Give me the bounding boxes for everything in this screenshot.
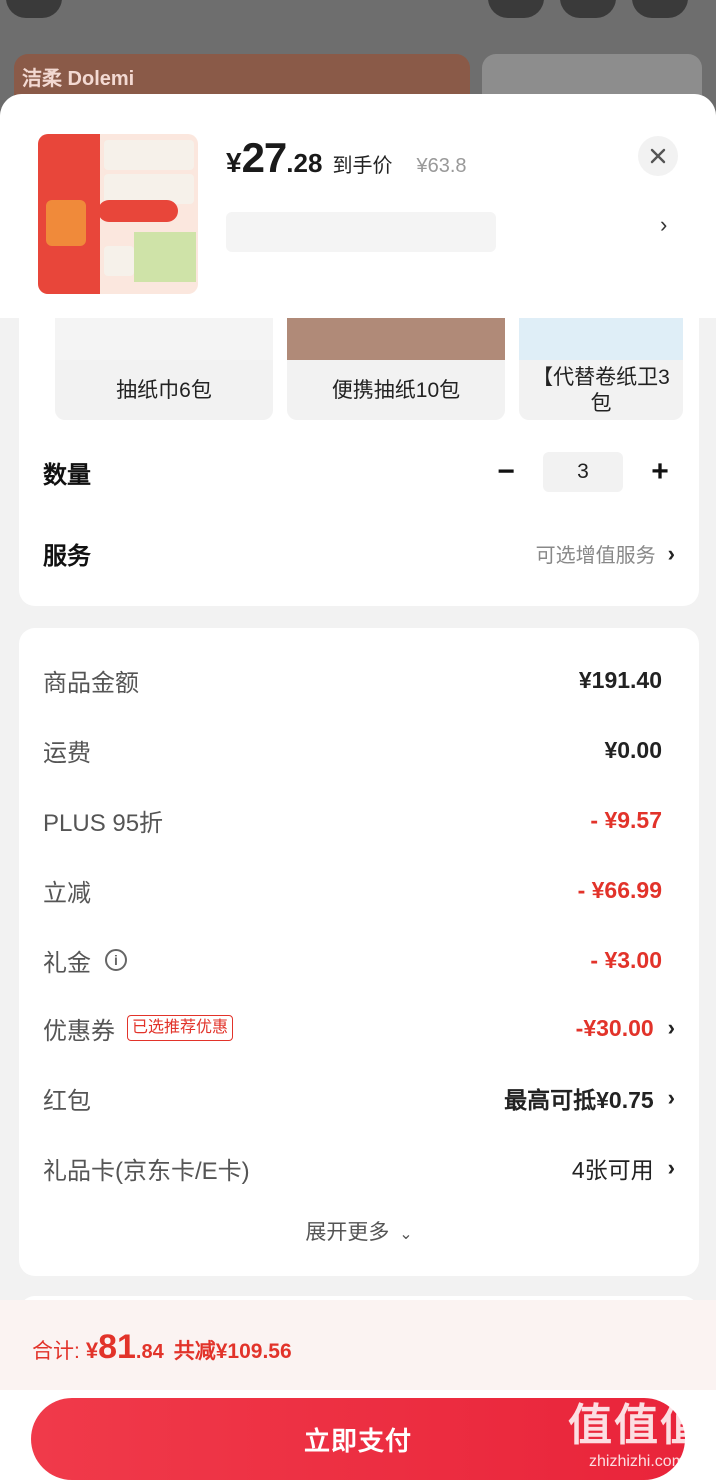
red-packet-label: 红包 [43, 1087, 91, 1115]
red-packet-row[interactable]: 红包 最高可抵¥0.75 › [43, 1078, 675, 1118]
service-row[interactable]: 服务 可选增值服务 › [43, 536, 675, 571]
red-packet-value: 最高可抵¥0.75 [504, 1087, 654, 1113]
variant-option[interactable]: 抽纸巾6包 [55, 300, 273, 420]
service-label: 服务 [43, 543, 91, 570]
expand-more-label: 展开更多 [305, 1221, 390, 1244]
price-integer: 27 [241, 134, 288, 181]
back-button-bg [6, 0, 62, 18]
instant-off-value: - ¥66.99 [577, 876, 662, 903]
more-button-bg [632, 0, 688, 18]
instant-off-label: 立减 [43, 879, 91, 907]
brand-logo: 洁柔 Dolemi [22, 68, 135, 90]
chevron-down-icon: ⌄ [399, 1226, 413, 1243]
gift-card-row[interactable]: 礼品卡(京东卡/E卡) 4张可用 › [43, 1148, 675, 1188]
price-currency: ¥ [226, 147, 242, 178]
coupon-row[interactable]: 优惠券 已选推荐优惠 -¥30.00 › [43, 1008, 675, 1048]
watermark: 值值值 zhizhizhi.com [562, 1400, 712, 1480]
variant-label: 便携抽纸10包 [331, 379, 461, 402]
close-button[interactable] [638, 136, 678, 176]
chevron-right-icon: › [667, 540, 675, 566]
shipping-label: 运费 [43, 739, 91, 767]
total-currency: ¥ [85, 1338, 99, 1363]
quantity-input[interactable]: 3 [543, 452, 623, 492]
price-row: ¥ 27 .28 到手价 ¥63.8 [226, 134, 467, 182]
original-price: ¥63.8 [416, 155, 467, 177]
bookmark-button-bg [488, 0, 544, 18]
gift-card-label: 礼品卡(京东卡/E卡) [43, 1157, 250, 1185]
gift-money-value: - ¥3.00 [590, 946, 662, 973]
total-line: 合计: ¥ 81 .84 共减¥109.56 [0, 1300, 716, 1390]
price-decimal: .28 [286, 148, 323, 178]
price-tag: 到手价 [332, 155, 393, 177]
info-icon[interactable]: i [105, 949, 127, 971]
close-icon [650, 148, 666, 164]
quantity-plus-button[interactable]: + [645, 457, 675, 487]
instant-off-row: 立减 - ¥66.99 [43, 870, 675, 910]
plus-discount-label: PLUS 95折 [43, 809, 164, 837]
total-decimal: .84 [135, 1341, 164, 1363]
quantity-label: 数量 [43, 461, 91, 489]
purchase-sheet: ¥ 27 .28 到手价 ¥63.8 › 抽纸巾6包 便携抽纸10包 【代替卷纸… [0, 94, 716, 1484]
total-saved: 共减¥109.56 [173, 1340, 292, 1363]
coupon-label: 优惠券 [43, 1017, 115, 1045]
variant-label: 抽纸巾6包 [116, 379, 212, 402]
watermark-subtitle: zhizhizhi.com [588, 1453, 686, 1470]
gift-money-label-wrap: 礼金 i [43, 943, 127, 978]
sheet-header: ¥ 27 .28 到手价 ¥63.8 › [0, 94, 716, 318]
quantity-stepper: − 3 + [491, 452, 675, 492]
variant-label: 【代替卷纸卫3包 [532, 366, 670, 415]
goods-amount-value: ¥191.40 [578, 666, 662, 693]
quantity-minus-button[interactable]: − [491, 457, 521, 487]
chevron-right-icon: › [667, 1085, 675, 1110]
coupon-recommended-badge: 已选推荐优惠 [127, 1015, 234, 1041]
expand-more-button[interactable]: 展开更多 ⌄ [19, 1216, 699, 1246]
goods-amount-label: 商品金额 [43, 669, 139, 697]
coupon-value: -¥30.00 [575, 1014, 654, 1041]
watermark-title: 值值值 [568, 1401, 706, 1450]
goods-amount-row: 商品金额 ¥191.40 [43, 660, 675, 700]
chevron-right-icon[interactable]: › [660, 212, 667, 238]
chevron-right-icon: › [667, 1015, 675, 1040]
coupon-label-wrap: 优惠券 已选推荐优惠 [43, 1011, 234, 1046]
total-label: 合计: [32, 1340, 80, 1363]
service-value: 可选增值服务 [535, 545, 656, 567]
shipping-row: 运费 ¥0.00 [43, 730, 675, 770]
gift-money-row: 礼金 i - ¥3.00 [43, 940, 675, 980]
plus-discount-row: PLUS 95折 - ¥9.57 [43, 800, 675, 840]
variant-option[interactable]: 【代替卷纸卫3包 [519, 300, 683, 420]
gift-money-label: 礼金 [43, 949, 91, 977]
variant-option[interactable]: 便携抽纸10包 [287, 300, 505, 420]
total-integer: 81 [98, 1328, 136, 1366]
options-card: 抽纸巾6包 便携抽纸10包 【代替卷纸卫3包 数量 − 3 + 服务 可选增值服… [19, 290, 699, 606]
product-thumbnail [38, 134, 198, 294]
share-button-bg [560, 0, 616, 18]
fee-card: 商品金额 ¥191.40 运费 ¥0.00 PLUS 95折 - ¥9.57 立… [19, 628, 699, 1276]
chevron-right-icon: › [667, 1155, 675, 1180]
quantity-row: 数量 − 3 + [43, 452, 675, 492]
gift-card-value: 4张可用 [571, 1157, 654, 1183]
blurred-promo [226, 212, 496, 252]
plus-discount-value: - ¥9.57 [590, 806, 662, 833]
shipping-value: ¥0.00 [604, 736, 662, 763]
variant-list: 抽纸巾6包 便携抽纸10包 【代替卷纸卫3包 [55, 300, 683, 428]
